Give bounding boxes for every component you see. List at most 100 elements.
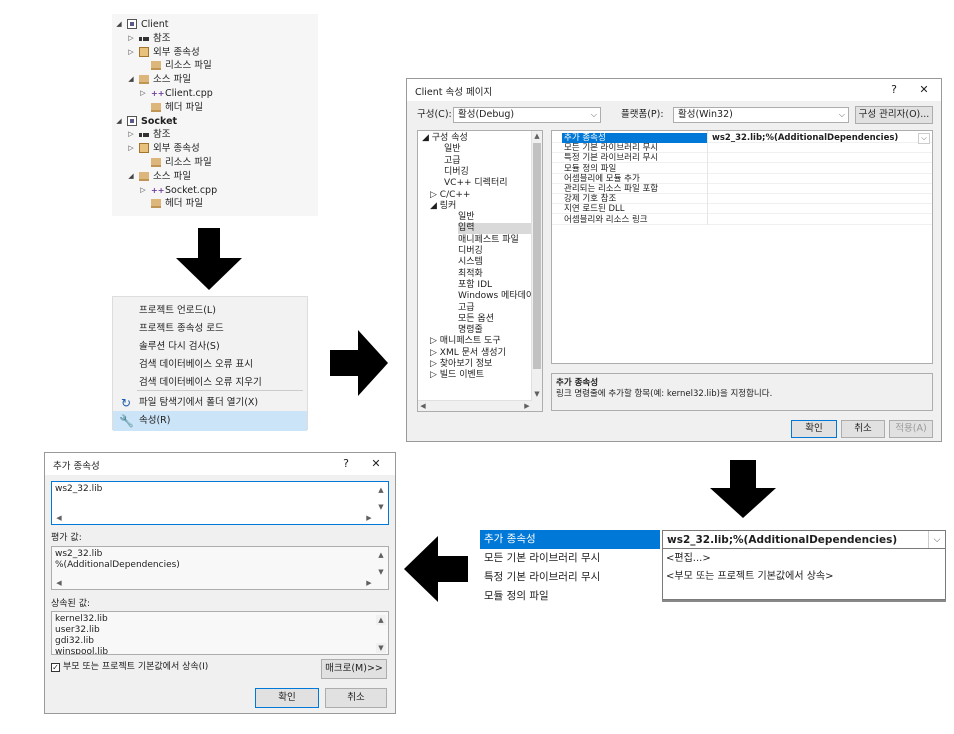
context-menu-item[interactable]: 프로젝트 언로드(L) bbox=[113, 301, 307, 321]
help-button[interactable]: ? bbox=[337, 456, 355, 472]
property-tree-item[interactable]: ▷ 매니페스트 도구 bbox=[430, 336, 532, 347]
scroll-up-icon[interactable]: ▲ bbox=[376, 615, 386, 625]
cancel-button[interactable]: 취소 bbox=[841, 420, 885, 438]
property-tree-item[interactable]: 디버깅 bbox=[458, 246, 532, 257]
tree-item[interactable]: ◢ 소스 파일 bbox=[112, 170, 318, 183]
ok-button[interactable]: 확인 bbox=[791, 420, 837, 438]
scroll-down-icon[interactable]: ▼ bbox=[376, 567, 386, 577]
tree-item[interactable]: ▷ 참조 bbox=[112, 128, 318, 141]
expand-arrow-icon[interactable]: ▷ bbox=[138, 87, 148, 100]
dropdown-option-inherit[interactable]: <부모 또는 프로젝트 기본값에서 상속> bbox=[666, 567, 833, 586]
tree-item[interactable]: ▷ 외부 종속성 bbox=[112, 142, 318, 155]
tree-item[interactable]: 헤더 파일 bbox=[112, 197, 318, 210]
expand-arrow-icon[interactable]: ▷ bbox=[126, 32, 136, 45]
property-tree-item[interactable]: 고급 bbox=[444, 156, 532, 167]
platform-select[interactable]: 활성(Win32) ⌵ bbox=[673, 107, 849, 123]
property-grid-row[interactable]: 지연 로드된 DLL bbox=[552, 204, 932, 215]
property-grid-row[interactable]: 특정 기본 라이브러리 무시 bbox=[552, 153, 932, 164]
grid-row-key[interactable]: 모듈 정의 파일 bbox=[484, 587, 549, 606]
property-tree-item[interactable]: 입력 bbox=[458, 223, 532, 235]
config-manager-button[interactable]: 구성 관리자(O)... bbox=[855, 106, 933, 124]
property-tree-item[interactable]: 일반 bbox=[444, 144, 532, 155]
scroll-left-icon[interactable]: ◀ bbox=[54, 578, 64, 588]
scroll-right-icon[interactable]: ▶ bbox=[522, 401, 532, 411]
collapse-arrow-icon[interactable]: ◢ bbox=[114, 18, 124, 31]
scroll-down-icon[interactable]: ▼ bbox=[376, 643, 386, 653]
context-menu-item[interactable]: 솔루션 다시 검사(S) bbox=[113, 337, 307, 357]
collapse-arrow-icon[interactable]: ◢ bbox=[114, 115, 124, 128]
property-tree-item[interactable]: 디버깅 bbox=[444, 167, 532, 178]
tree-item[interactable]: ▷ ++ Client.cpp bbox=[112, 87, 318, 100]
scroll-up-icon[interactable]: ▲ bbox=[376, 485, 386, 495]
property-grid-row[interactable]: 어셈블리와 리소스 링크 bbox=[552, 215, 932, 225]
expand-arrow-icon[interactable]: ▷ bbox=[126, 142, 136, 155]
tree-item[interactable]: 리소스 파일 bbox=[112, 156, 318, 169]
grid-row-key[interactable]: 모든 기본 라이브러리 무시 bbox=[484, 549, 600, 568]
expand-arrow-icon[interactable]: ▷ bbox=[138, 184, 148, 197]
tree-item[interactable]: ◢ Client bbox=[112, 18, 318, 31]
scroll-up-icon[interactable]: ▲ bbox=[376, 550, 386, 560]
property-grid-row[interactable]: 추가 종속성 ws2_32.lib;%(AdditionalDependencie… bbox=[552, 133, 932, 144]
collapse-arrow-icon[interactable]: ◢ bbox=[126, 73, 136, 86]
property-tree-item[interactable]: VC++ 디렉터리 bbox=[444, 178, 532, 189]
property-grid-row[interactable]: 관리되는 리소스 파일 포함 bbox=[552, 184, 932, 194]
config-select[interactable]: 활성(Debug) ⌵ bbox=[453, 107, 601, 123]
cancel-button[interactable]: 취소 bbox=[325, 688, 387, 708]
property-tree-item[interactable]: 최적화 bbox=[458, 269, 532, 280]
apply-button[interactable]: 적용(A) bbox=[889, 420, 933, 438]
property-tree-item[interactable]: Windows 메타데이 bbox=[458, 291, 534, 302]
expand-arrow-icon[interactable]: ▷ bbox=[126, 128, 136, 141]
property-tree-item[interactable]: ▷ 빌드 이벤트 bbox=[430, 370, 532, 381]
scroll-down-icon[interactable]: ▼ bbox=[532, 389, 542, 399]
property-tree-item[interactable]: ▷ XML 문서 생성기 bbox=[430, 348, 532, 359]
property-grid-row[interactable]: 모든 기본 라이브러리 무시 bbox=[552, 143, 932, 154]
vertical-scrollbar[interactable]: ▲ ▼ bbox=[531, 131, 542, 411]
inherit-checkbox-label[interactable]: 부모 또는 프로젝트 기본값에서 상속(I) bbox=[63, 660, 208, 674]
tree-item[interactable]: ▷ ++ Socket.cpp bbox=[112, 184, 318, 197]
property-tree-item[interactable]: 포함 IDL bbox=[458, 280, 532, 291]
chevron-down-icon[interactable]: ⌵ bbox=[928, 531, 945, 548]
tree-item[interactable]: ◢ Socket bbox=[112, 115, 318, 128]
collapse-arrow-icon[interactable]: ◢ bbox=[126, 170, 136, 183]
dependencies-edit-box[interactable]: ws2_32.lib ▲ ▼ ◀ ▶ bbox=[51, 481, 389, 525]
property-grid-row[interactable]: 모듈 정의 파일 bbox=[552, 164, 932, 174]
inherit-checkbox[interactable]: ✓ bbox=[51, 663, 60, 672]
scroll-left-icon[interactable]: ◀ bbox=[418, 401, 428, 411]
property-tree-item[interactable]: ▷ C/C++ bbox=[430, 190, 532, 201]
property-tree-item[interactable]: ◢ 구성 속성 bbox=[422, 133, 532, 144]
property-tree-item[interactable]: 모든 옵션 bbox=[458, 314, 532, 325]
additional-dependencies-combo[interactable]: ws2_32.lib;%(AdditionalDependencies) ⌵ bbox=[662, 530, 946, 549]
tree-item[interactable]: 헤더 파일 bbox=[112, 101, 318, 114]
grid-row-key-selected[interactable]: 추가 종속성 bbox=[480, 530, 660, 549]
dropdown-option-edit[interactable]: <편집...> bbox=[666, 549, 711, 568]
help-button[interactable]: ? bbox=[885, 82, 903, 98]
property-grid-row[interactable]: 강제 기호 참조 bbox=[552, 194, 932, 205]
context-menu-item[interactable]: 프로젝트 종속성 로드 bbox=[113, 319, 307, 339]
property-tree-item[interactable]: 매니페스트 파일 bbox=[458, 235, 532, 246]
expand-arrow-icon[interactable]: ▷ bbox=[126, 46, 136, 59]
tree-item[interactable]: ◢ 소스 파일 bbox=[112, 73, 318, 86]
scroll-right-icon[interactable]: ▶ bbox=[364, 513, 374, 523]
scroll-left-icon[interactable]: ◀ bbox=[54, 513, 64, 523]
context-menu-item[interactable]: 🔧 속성(R) bbox=[113, 411, 307, 431]
close-button[interactable]: ✕ bbox=[915, 82, 933, 98]
context-menu-item[interactable]: 검색 데이터베이스 오류 표시 bbox=[113, 355, 307, 375]
property-tree-item[interactable]: 시스템 bbox=[458, 257, 532, 268]
grid-row-key[interactable]: 특정 기본 라이브러리 무시 bbox=[484, 568, 600, 587]
context-menu-item[interactable]: ↻ 파일 탐색기에서 폴더 열기(X) bbox=[113, 393, 307, 413]
scrollbar-thumb[interactable] bbox=[533, 143, 541, 369]
property-grid-row[interactable]: 어셈블리에 모듈 추가 bbox=[552, 174, 932, 184]
tree-item[interactable]: ▷ 외부 종속성 bbox=[112, 46, 318, 59]
property-tree-item[interactable]: ▷ 찾아보기 정보 bbox=[430, 359, 532, 370]
ok-button[interactable]: 확인 bbox=[255, 688, 319, 708]
property-tree-item[interactable]: ◢ 링커 bbox=[430, 201, 532, 212]
scroll-right-icon[interactable]: ▶ bbox=[364, 578, 374, 588]
property-tree-item[interactable]: 일반 bbox=[458, 212, 532, 223]
close-button[interactable]: ✕ bbox=[367, 456, 385, 472]
horizontal-scrollbar[interactable]: ◀ ▶ bbox=[418, 400, 532, 411]
tree-item[interactable]: 리소스 파일 bbox=[112, 59, 318, 72]
property-tree-item[interactable]: 고급 bbox=[458, 303, 532, 314]
column-divider[interactable] bbox=[707, 131, 708, 225]
property-tree-item[interactable]: 명령줄 bbox=[458, 325, 532, 336]
scroll-up-icon[interactable]: ▲ bbox=[532, 131, 542, 141]
